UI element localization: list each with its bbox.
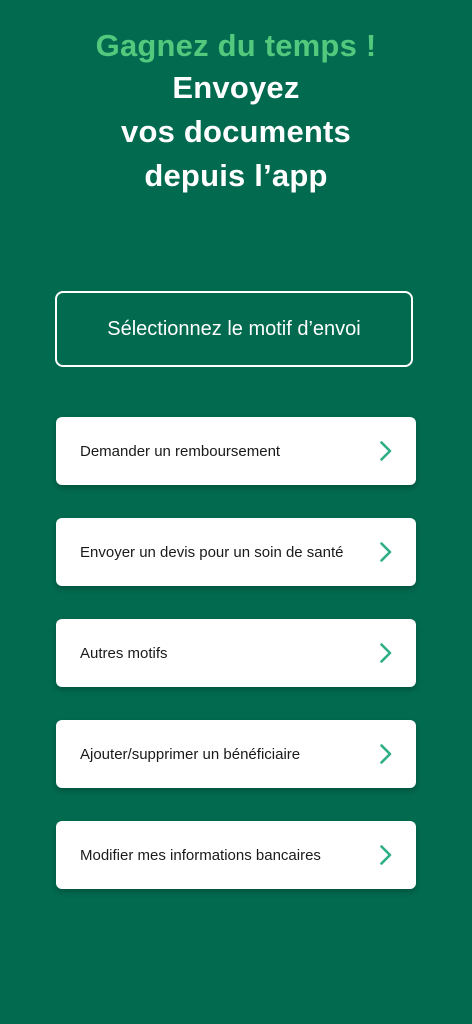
option-label: Autres motifs: [80, 644, 168, 662]
option-demander-remboursement[interactable]: Demander un remboursement: [56, 417, 416, 485]
motif-options-list: Demander un remboursement Envoyer un dev…: [56, 417, 416, 922]
chevron-right-icon: [378, 642, 394, 664]
chevron-right-icon: [378, 440, 394, 462]
chevron-right-icon: [378, 541, 394, 563]
hero-title-line-3: depuis l’app: [144, 158, 328, 193]
motif-selector-label: Sélectionnez le motif d’envoi: [107, 317, 361, 340]
option-label: Ajouter/supprimer un bénéficiaire: [80, 745, 301, 763]
option-modifier-informations-bancaires[interactable]: Modifier mes informations bancaires: [56, 821, 416, 889]
chevron-right-icon: [378, 844, 394, 866]
option-label: Demander un remboursement: [80, 442, 281, 460]
option-autres-motifs[interactable]: Autres motifs: [56, 619, 416, 687]
motif-selector-box: Sélectionnez le motif d’envoi: [55, 291, 413, 367]
option-envoyer-devis[interactable]: Envoyer un devis pour un soin de santé: [56, 518, 416, 586]
chevron-right-icon: [378, 743, 394, 765]
option-ajouter-supprimer-beneficiaire[interactable]: Ajouter/supprimer un bénéficiaire: [56, 720, 416, 788]
option-label: Modifier mes informations bancaires: [80, 846, 321, 864]
hero-accent-title: Gagnez du temps !: [95, 28, 377, 63]
hero-title-line-1: Envoyez: [172, 70, 300, 105]
hero-title-line-2: vos documents: [121, 114, 351, 149]
hero-heading: Gagnez du temps ! Envoyez vos documents …: [0, 26, 472, 198]
option-label: Envoyer un devis pour un soin de santé: [80, 543, 344, 561]
